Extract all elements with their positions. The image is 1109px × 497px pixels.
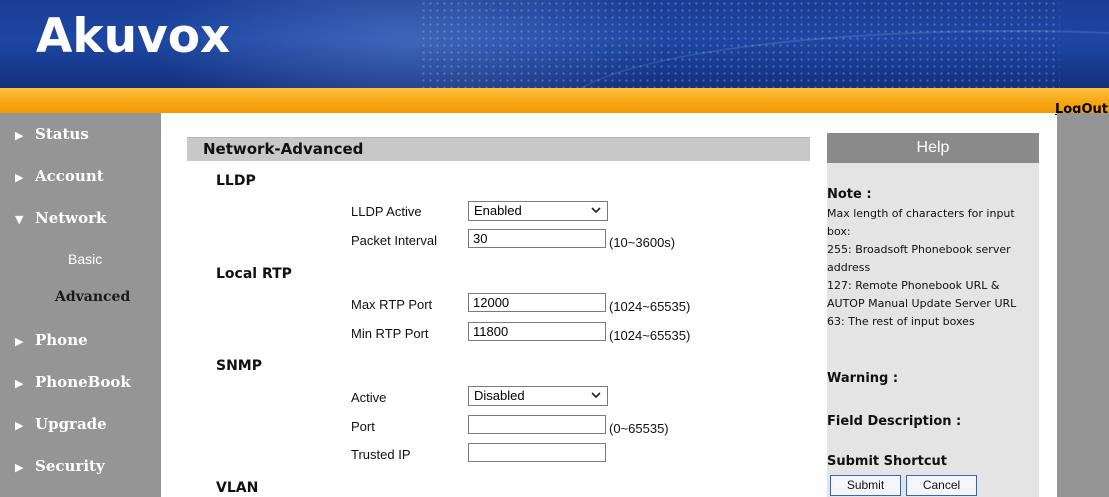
triangle-right-icon: ▶ (15, 461, 24, 474)
sidebar-item-label: Phone (35, 331, 88, 349)
sidebar-item-label: Account (35, 167, 104, 185)
help-panel: Help Note : Max length of characters for… (827, 133, 1039, 497)
top-orange-bar (0, 88, 1109, 113)
min-rtp-port-input[interactable] (468, 322, 606, 341)
lldp-active-label: LLDP Active (351, 204, 422, 219)
akuvox-logo: Akuvox (36, 9, 231, 64)
snmp-port-input[interactable] (468, 415, 606, 434)
sidebar-item-label: Status (35, 125, 89, 143)
page-title: Network-Advanced (203, 140, 364, 158)
packet-interval-hint: (10~3600s) (609, 235, 676, 250)
sidebar-item-label: Upgrade (35, 415, 107, 433)
trusted-ip-input[interactable] (468, 443, 606, 462)
snmp-active-label: Active (351, 390, 387, 405)
sidebar-item-label: Security (35, 457, 105, 475)
sidebar-item-account[interactable]: ▶ Account (0, 161, 161, 191)
submit-shortcut-heading: Submit Shortcut (827, 454, 948, 469)
warning-heading: Warning : (827, 371, 899, 386)
cancel-button[interactable]: Cancel (906, 475, 977, 496)
note-line: 63: The rest of input boxes (827, 315, 975, 328)
snmp-port-label: Port (351, 419, 375, 434)
sidebar-subitem-advanced[interactable]: Advanced (55, 285, 155, 309)
packet-interval-input[interactable] (468, 229, 606, 248)
max-rtp-port-hint: (1024~65535) (609, 299, 691, 314)
main-panel: Network-Advanced LLDP LLDP Active Enable… (161, 113, 818, 497)
sidebar-item-label: Basic (68, 251, 103, 267)
min-rtp-port-label: Min RTP Port (351, 326, 429, 341)
snmp-group-title: SNMP (216, 358, 262, 374)
help-header: Help (827, 133, 1039, 163)
note-line: 127: Remote Phonebook URL & (827, 279, 1000, 292)
submit-button[interactable]: Submit (830, 475, 901, 496)
triangle-right-icon: ▶ (15, 171, 24, 184)
trusted-ip-label: Trusted IP (351, 447, 411, 462)
snmp-active-select[interactable]: Disabled (468, 386, 608, 406)
note-text: Max length of characters for input box: … (827, 205, 1037, 331)
field-description-heading: Field Description : (827, 414, 962, 429)
triangle-right-icon: ▶ (15, 419, 24, 432)
note-heading: Note : (827, 187, 872, 202)
note-line: AUTOP Manual Update Server URL (827, 297, 1017, 310)
packet-interval-label: Packet Interval (351, 233, 437, 248)
sidebar-item-network[interactable]: ▼ Network (0, 203, 161, 233)
sidebar-item-label: PhoneBook (35, 373, 131, 391)
section-header: Network-Advanced (187, 137, 810, 161)
chevron-down-icon (591, 207, 601, 214)
vlan-group-title: VLAN (216, 480, 259, 496)
local-rtp-group-title: Local RTP (216, 266, 292, 282)
note-line: address (827, 261, 871, 274)
snmp-active-value: Disabled (474, 388, 525, 403)
triangle-right-icon: ▶ (15, 377, 24, 390)
max-rtp-port-label: Max RTP Port (351, 297, 433, 312)
header-banner: Akuvox (0, 0, 1109, 88)
chevron-down-icon (591, 392, 601, 399)
sidebar-item-upgrade[interactable]: ▶ Upgrade (0, 409, 161, 439)
lldp-active-value: Enabled (474, 203, 522, 218)
note-line: box: (827, 225, 851, 238)
right-gray-band (1057, 113, 1109, 497)
triangle-right-icon: ▶ (15, 335, 24, 348)
sidebar-item-label: Network (35, 209, 107, 227)
note-line: 255: Broadsoft Phonebook server (827, 243, 1011, 256)
sidebar-subitem-basic[interactable]: Basic (68, 247, 148, 271)
snmp-port-hint: (0~65535) (609, 421, 669, 436)
triangle-down-icon: ▼ (15, 213, 24, 226)
lldp-active-select[interactable]: Enabled (468, 201, 608, 221)
max-rtp-port-input[interactable] (468, 293, 606, 312)
sidebar: ▶ Status ▶ Account ▼ Network Basic Advanced… (0, 113, 161, 497)
lldp-group-title: LLDP (216, 173, 256, 189)
sidebar-item-security[interactable]: ▶ Security (0, 451, 161, 481)
sidebar-item-status[interactable]: ▶ Status (0, 119, 161, 149)
sidebar-item-label: Advanced (55, 289, 131, 305)
sidebar-item-phonebook[interactable]: ▶ PhoneBook (0, 367, 161, 397)
triangle-right-icon: ▶ (15, 129, 24, 142)
note-line: Max length of characters for input (827, 207, 1015, 220)
sidebar-item-phone[interactable]: ▶ Phone (0, 325, 161, 355)
min-rtp-port-hint: (1024~65535) (609, 328, 691, 343)
